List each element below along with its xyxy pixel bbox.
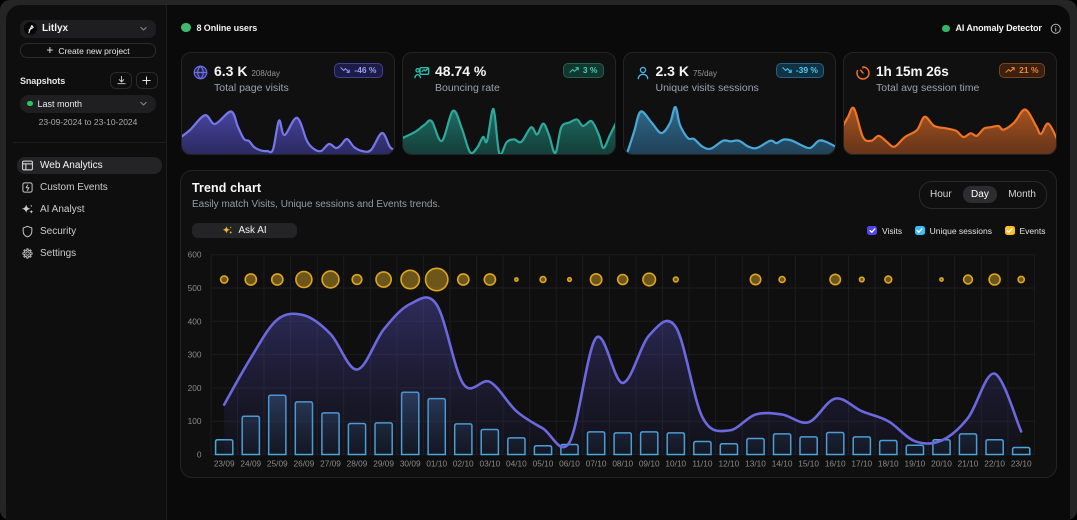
- svg-text:07/10: 07/10: [586, 458, 607, 468]
- svg-text:13/10: 13/10: [745, 458, 766, 468]
- svg-text:100: 100: [188, 416, 202, 426]
- svg-text:09/10: 09/10: [639, 458, 660, 468]
- svg-text:26/09: 26/09: [294, 458, 315, 468]
- svg-text:23/09: 23/09: [214, 458, 235, 468]
- svg-text:05/10: 05/10: [533, 458, 554, 468]
- svg-text:10/10: 10/10: [665, 458, 686, 468]
- svg-text:18/10: 18/10: [878, 458, 899, 468]
- svg-text:400: 400: [188, 316, 202, 326]
- svg-text:600: 600: [188, 249, 202, 259]
- svg-text:11/10: 11/10: [692, 458, 713, 468]
- svg-text:03/10: 03/10: [480, 458, 501, 468]
- svg-text:22/10: 22/10: [984, 458, 1005, 468]
- svg-text:16/10: 16/10: [825, 458, 846, 468]
- svg-text:17/10: 17/10: [851, 458, 872, 468]
- svg-text:19/10: 19/10: [905, 458, 926, 468]
- svg-text:500: 500: [188, 283, 202, 293]
- svg-text:23/10: 23/10: [1011, 458, 1032, 468]
- svg-text:04/10: 04/10: [506, 458, 527, 468]
- svg-text:200: 200: [188, 382, 202, 392]
- svg-text:06/10: 06/10: [559, 458, 580, 468]
- svg-text:30/09: 30/09: [400, 458, 421, 468]
- svg-text:20/10: 20/10: [931, 458, 952, 468]
- svg-text:21/10: 21/10: [958, 458, 979, 468]
- svg-text:25/09: 25/09: [267, 458, 288, 468]
- svg-text:08/10: 08/10: [612, 458, 633, 468]
- svg-text:27/09: 27/09: [320, 458, 341, 468]
- svg-text:24/09: 24/09: [240, 458, 261, 468]
- svg-text:0: 0: [197, 449, 202, 459]
- svg-text:28/09: 28/09: [347, 458, 368, 468]
- svg-text:14/10: 14/10: [772, 458, 793, 468]
- svg-text:01/10: 01/10: [426, 458, 447, 468]
- svg-text:12/10: 12/10: [719, 458, 740, 468]
- svg-text:29/09: 29/09: [373, 458, 394, 468]
- svg-text:300: 300: [188, 349, 202, 359]
- svg-text:15/10: 15/10: [798, 458, 819, 468]
- svg-text:02/10: 02/10: [453, 458, 474, 468]
